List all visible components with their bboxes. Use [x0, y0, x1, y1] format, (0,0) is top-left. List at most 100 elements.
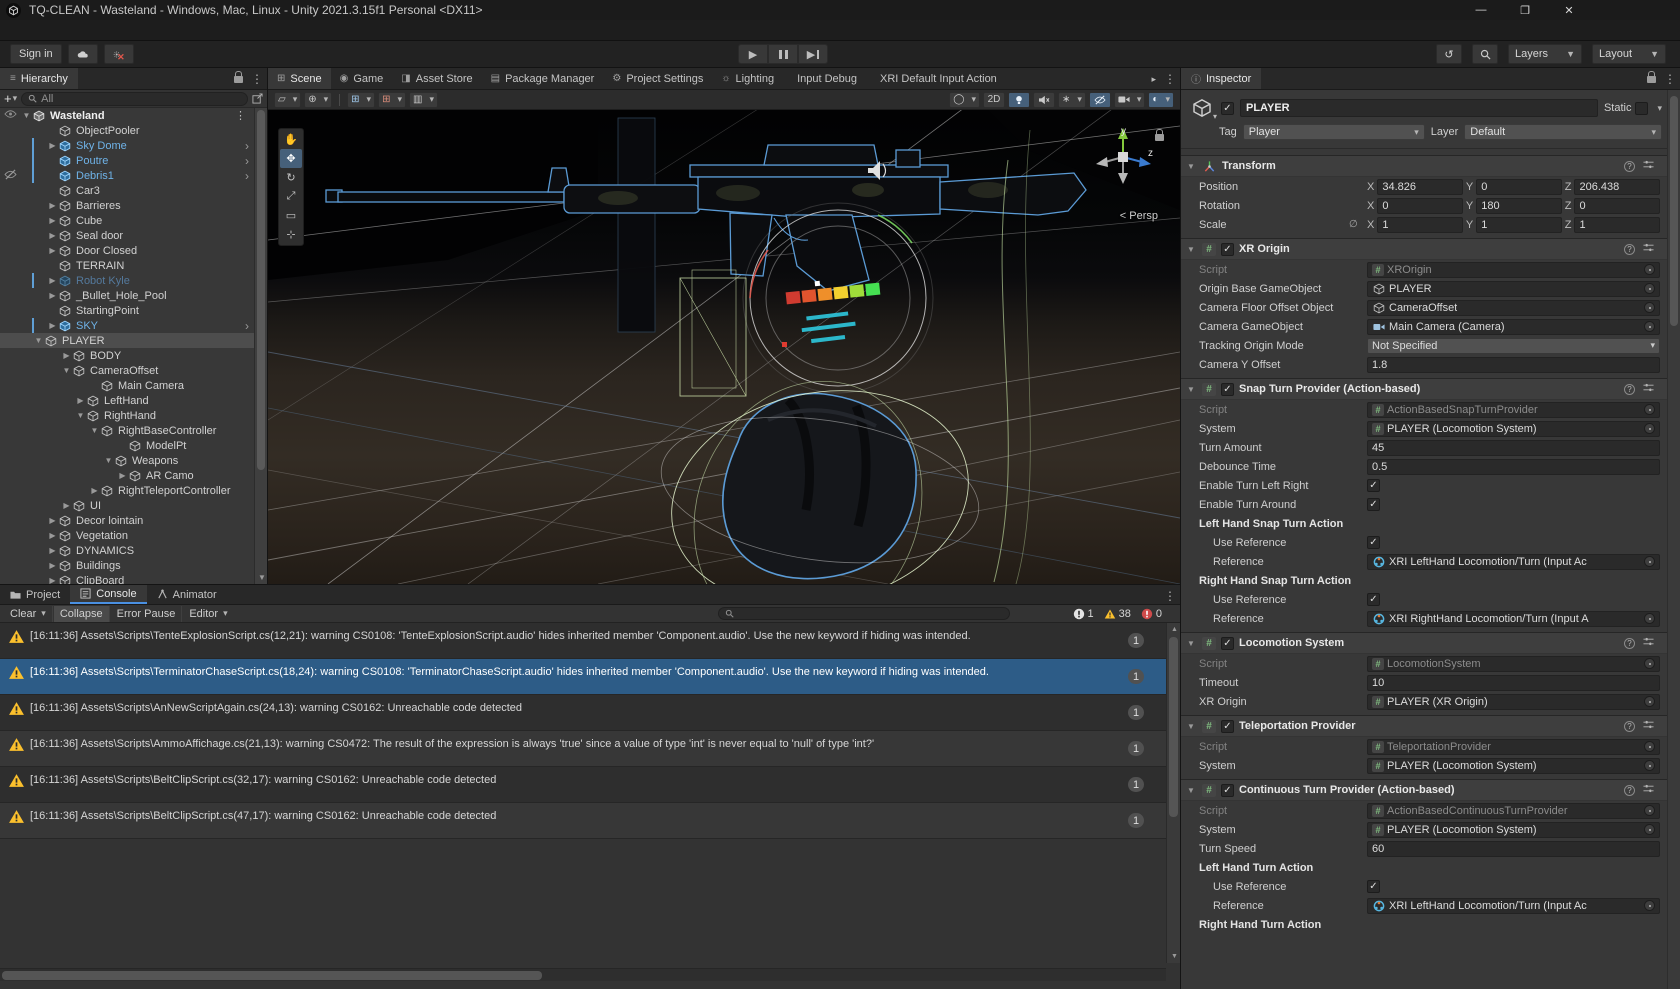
- hierarchy-item[interactable]: ▼ Wasteland ⋮ ›: [0, 108, 254, 123]
- maximize-button[interactable]: ❐: [1518, 4, 1532, 17]
- object-reference-field[interactable]: # PLAYER (XR Origin): [1367, 694, 1660, 710]
- inspector-scrollbar[interactable]: [1667, 90, 1680, 989]
- z-field[interactable]: 1: [1574, 217, 1660, 233]
- object-picker-icon[interactable]: [1644, 264, 1655, 275]
- grid-snapping-button[interactable]: ⊞▾: [347, 92, 375, 108]
- component-header[interactable]: ▼ # ✓ XR Origin ? ⋮: [1187, 242, 1674, 256]
- layers-dropdown[interactable]: Layers▼: [1508, 44, 1582, 64]
- hierarchy-item[interactable]: ▼ Weapons ⋮ ›: [0, 453, 254, 468]
- hierarchy-item[interactable]: Car3 ⋮ ›: [0, 183, 254, 198]
- panel-menu-icon[interactable]: ⋮: [1164, 589, 1176, 603]
- expand-arrow[interactable]: ▶: [46, 516, 59, 525]
- scene-lighting-toggle[interactable]: [1008, 92, 1030, 108]
- undo-history-button[interactable]: ↺: [1436, 44, 1462, 64]
- menu-item[interactable]: [26, 20, 44, 40]
- hierarchy-item[interactable]: TERRAIN ⋮ ›: [0, 258, 254, 273]
- component-header[interactable]: ▼ # ✓ Snap Turn Provider (Action-based) …: [1187, 382, 1674, 396]
- help-icon[interactable]: ?: [1624, 161, 1635, 172]
- expand-arrow[interactable]: ▶: [74, 396, 87, 405]
- x-field[interactable]: 34.826: [1377, 179, 1463, 195]
- menu-item[interactable]: [44, 20, 62, 40]
- hierarchy-item[interactable]: ▶ Door Closed ⋮ ›: [0, 243, 254, 258]
- hierarchy-item[interactable]: ▶ SKY ⋮ ›: [0, 318, 254, 333]
- object-reference-field[interactable]: # XRI LeftHand Locomotion/Turn (Input Ac: [1367, 554, 1660, 570]
- hierarchy-item[interactable]: Debris1 ⋮ ›: [0, 168, 254, 183]
- editor-dropdown[interactable]: Editor▾: [183, 606, 233, 622]
- expand-arrow[interactable]: ▶: [46, 231, 59, 240]
- tab-hierarchy[interactable]: ≡ Hierarchy: [0, 68, 78, 89]
- object-picker-icon[interactable]: [1644, 613, 1655, 624]
- component-enabled-checkbox[interactable]: ✓: [1221, 243, 1234, 256]
- presets-icon[interactable]: [1643, 719, 1654, 733]
- component-header[interactable]: ▼ # ✓ Continuous Turn Provider (Action-b…: [1187, 783, 1674, 797]
- menu-item[interactable]: [8, 20, 26, 40]
- expand-arrow[interactable]: ▼: [74, 411, 87, 420]
- pause-button[interactable]: [768, 44, 798, 64]
- x-field[interactable]: 0: [1377, 198, 1463, 214]
- console-search-input[interactable]: [718, 607, 1010, 620]
- view-tab[interactable]: ◉ Game: [331, 68, 393, 89]
- component-header[interactable]: ▼ # ✓ Locomotion System ? ⋮: [1187, 636, 1674, 650]
- hierarchy-item[interactable]: ▶ LeftHand ⋮ ›: [0, 393, 254, 408]
- foldout-arrow[interactable]: ▼: [1187, 162, 1197, 171]
- scrollbar-thumb[interactable]: [257, 110, 265, 470]
- object-picker-icon[interactable]: [1644, 741, 1655, 752]
- scrollbar-thumb[interactable]: [2, 971, 542, 980]
- value-field[interactable]: 0.5: [1367, 459, 1660, 475]
- presets-icon[interactable]: [1643, 382, 1654, 396]
- checkbox[interactable]: ✓: [1367, 880, 1380, 893]
- expand-arrow[interactable]: ▶: [46, 531, 59, 540]
- hierarchy-item[interactable]: ▶ AR Camo ⋮ ›: [0, 468, 254, 483]
- active-checkbox[interactable]: ✓: [1221, 102, 1234, 115]
- object-picker-icon[interactable]: [1644, 404, 1655, 415]
- object-reference-field[interactable]: # PLAYER (Locomotion System): [1367, 421, 1660, 437]
- checkbox[interactable]: ✓: [1367, 593, 1380, 606]
- backpack-gameobject[interactable]: [723, 393, 916, 578]
- object-reference-field[interactable]: # XRI RightHand Locomotion/Turn (Input A: [1367, 611, 1660, 627]
- scroll-down-arrow[interactable]: ▼: [1171, 953, 1178, 960]
- rect-tool[interactable]: ▭: [280, 206, 302, 225]
- view-tab[interactable]: ◨ Asset Store: [392, 68, 481, 89]
- hand-tool[interactable]: ✋: [280, 130, 302, 149]
- lock-icon[interactable]: [1647, 76, 1656, 83]
- component-enabled-checkbox[interactable]: ✓: [1221, 784, 1234, 797]
- hierarchy-item[interactable]: ModelPt ⋮ ›: [0, 438, 254, 453]
- presets-icon[interactable]: [1643, 242, 1654, 256]
- menu-item[interactable]: [188, 20, 206, 40]
- menu-item[interactable]: [98, 20, 116, 40]
- value-field[interactable]: 45: [1367, 440, 1660, 456]
- z-field[interactable]: 0: [1574, 198, 1660, 214]
- presets-icon[interactable]: [1643, 159, 1654, 173]
- object-picker-icon[interactable]: [1644, 321, 1655, 332]
- 2d-toggle-button[interactable]: 2D: [983, 92, 1005, 108]
- hierarchy-scrollbar[interactable]: ▼: [254, 108, 267, 584]
- hierarchy-item[interactable]: ▶ UI ⋮ ›: [0, 498, 254, 513]
- view-tab[interactable]: Input Debug: [783, 68, 866, 89]
- tab-inspector[interactable]: ⓘ Inspector: [1181, 68, 1261, 89]
- value-field[interactable]: 60: [1367, 841, 1660, 857]
- scale-tool[interactable]: ⤢: [280, 187, 302, 206]
- console-message[interactable]: [16:11:36] Assets\Scripts\TerminatorChas…: [0, 659, 1166, 695]
- hierarchy-item[interactable]: ▶ Barrieres ⋮ ›: [0, 198, 254, 213]
- play-button[interactable]: ▶: [738, 44, 768, 64]
- object-reference-field[interactable]: # PLAYER (Locomotion System): [1367, 758, 1660, 774]
- checkbox[interactable]: ✓: [1367, 498, 1380, 511]
- component-enabled-checkbox[interactable]: ✓: [1221, 637, 1234, 650]
- object-picker-icon[interactable]: [1644, 302, 1655, 313]
- expand-arrow[interactable]: ▼: [20, 111, 33, 120]
- object-reference-field[interactable]: # LocomotionSystem: [1367, 656, 1660, 672]
- scrollbar-thumb[interactable]: [1169, 637, 1178, 817]
- expand-arrow[interactable]: ▶: [46, 291, 59, 300]
- scene-audio-toggle[interactable]: [1033, 92, 1055, 108]
- info-count-toggle[interactable]: 1: [1073, 608, 1094, 620]
- object-reference-field[interactable]: # ActionBasedSnapTurnProvider: [1367, 402, 1660, 418]
- object-picker-icon[interactable]: [1644, 696, 1655, 707]
- checkbox[interactable]: ✓: [1367, 479, 1380, 492]
- snap-settings-button[interactable]: ▥▾: [409, 92, 438, 108]
- object-picker-icon[interactable]: [1644, 658, 1655, 669]
- search-button[interactable]: [1472, 44, 1498, 64]
- hierarchy-search-input[interactable]: All: [21, 92, 248, 106]
- panel-menu-icon[interactable]: ⋮: [1664, 72, 1676, 86]
- value-field[interactable]: 1.8: [1367, 357, 1660, 373]
- hierarchy-item[interactable]: ▶ Cube ⋮ ›: [0, 213, 254, 228]
